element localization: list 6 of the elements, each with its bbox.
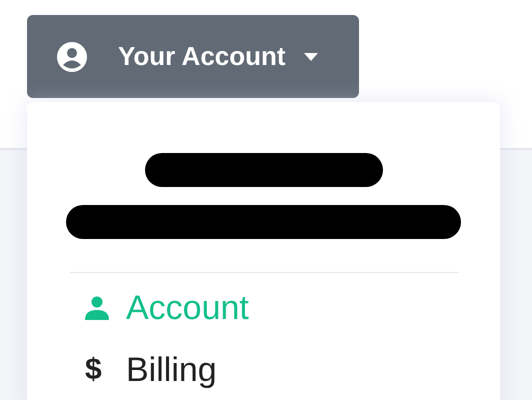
dollar-icon: $ bbox=[85, 353, 109, 387]
user-circle-icon bbox=[57, 42, 87, 72]
menu-item[interactable]: $ Billing bbox=[85, 350, 500, 390]
person-icon bbox=[85, 296, 109, 320]
account-dropdown-button[interactable]: Your Account bbox=[27, 15, 359, 98]
caret-icon bbox=[304, 52, 318, 60]
